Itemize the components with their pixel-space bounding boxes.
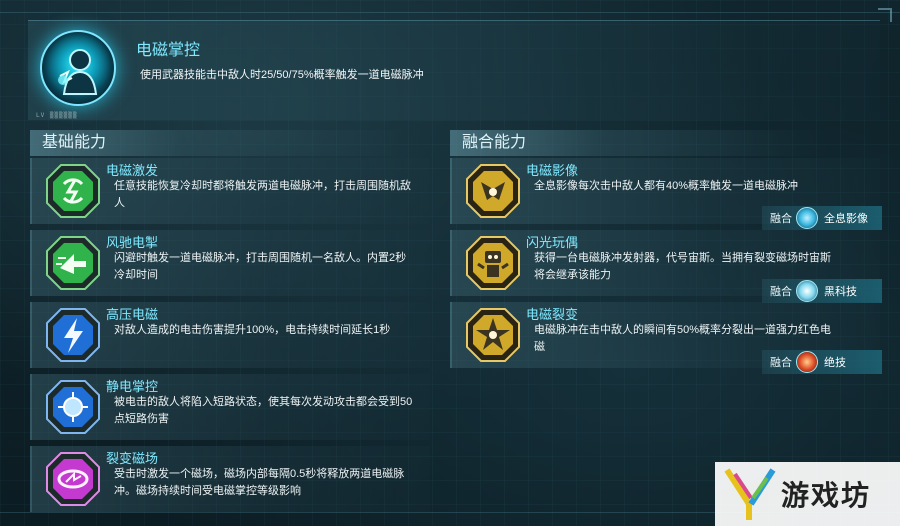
fusion-tag-name: 全息影像: [824, 213, 868, 225]
fusion-abilities-header: 融合能力: [450, 130, 830, 156]
skill-name: 裂变磁场: [106, 451, 159, 466]
fusion-tag[interactable]: 融合 全息影像: [762, 206, 882, 230]
fusion-tag-label: 融合: [770, 213, 792, 225]
basic-skill-row[interactable]: 风驰电掣 闪避时触发一道电磁脉冲，打击周围随机一名敌人。内置2秒冷却时间: [30, 230, 430, 296]
fusion-tag-name: 黑科技: [824, 286, 857, 298]
hero-badge[interactable]: [40, 30, 116, 106]
fission-star-icon: [466, 308, 520, 362]
skill-icon-frame: [44, 450, 102, 508]
skill-name: 高压电磁: [106, 307, 159, 322]
electric-orb-icon: [46, 380, 100, 434]
fusion-tag-label: 融合: [770, 357, 792, 369]
corner-mark: [878, 8, 892, 22]
watermark-logo-icon: [724, 468, 776, 520]
skill-description: 对敌人造成的电击伤害提升100%，电击持续时间延长1秒: [114, 324, 391, 336]
fusion-tag[interactable]: 融合 绝技: [762, 350, 882, 374]
electro-hero-icon: [58, 49, 98, 95]
skill-icon-frame: [464, 162, 522, 220]
fusion-tag-name: 绝技: [824, 357, 846, 369]
basic-abilities-header: 基础能力: [30, 130, 410, 156]
lightning-swirl-icon: [46, 164, 100, 218]
skill-description: 闪避时触发一道电磁脉冲，打击周围随机一名敌人。内置2秒冷却时间: [114, 252, 407, 281]
tech-ball-icon: [796, 280, 818, 302]
skill-name: 电磁激发: [106, 163, 159, 178]
skill-description: 任意技能恢复冷却时都将触发两道电磁脉冲，打击周围随机敌人: [114, 180, 411, 209]
skill-name: 闪光玩偶: [526, 235, 579, 250]
fire-ball-icon: [796, 351, 818, 373]
basic-skill-row[interactable]: 静电掌控 被电击的敌人将陷入短路状态，使其每次发动攻击都会受到50点短路伤害: [30, 374, 430, 440]
skill-description: 全息影像每次击中敌人都有40%概率触发一道电磁脉冲: [534, 180, 799, 192]
basic-skill-row[interactable]: 电磁激发 任意技能恢复冷却时都将触发两道电磁脉冲，打击周围随机敌人: [30, 158, 430, 224]
hologram-icon: [466, 164, 520, 218]
skill-name: 静电掌控: [106, 379, 159, 394]
hologram-ball-icon: [796, 207, 818, 229]
skill-name: 风驰电掣: [106, 235, 159, 250]
skill-description: 受击时激发一个磁场，磁场内部每隔0.5秒将释放两道电磁脉冲。磁场持续时间受电磁掌…: [114, 468, 405, 497]
frame-line-top: [0, 12, 900, 13]
basic-skill-row[interactable]: 高压电磁 对敌人造成的电击伤害提升100%，电击持续时间延长1秒: [30, 302, 430, 368]
skill-icon-frame: [44, 306, 102, 364]
hero-skill-description: 使用武器技能击中敌人时25/50/75%概率触发一道电磁脉冲: [140, 69, 424, 81]
fusion-tag-label: 融合: [770, 286, 792, 298]
robot-doll-icon: [466, 236, 520, 290]
dash-arrow-icon: [46, 236, 100, 290]
skill-icon-frame: [44, 162, 102, 220]
skill-icon-frame: [464, 234, 522, 292]
skill-name: 电磁影像: [526, 163, 579, 178]
basic-skill-row[interactable]: 裂变磁场 受击时激发一个磁场，磁场内部每隔0.5秒将释放两道电磁脉冲。磁场持续时…: [30, 446, 430, 512]
lightning-bolt-icon: [46, 308, 100, 362]
skill-icon-frame: [464, 306, 522, 364]
skill-icon-frame: [44, 234, 102, 292]
hero-caption: LV ▒▒▒▒▒▒: [36, 112, 78, 119]
fusion-tag[interactable]: 融合 黑科技: [762, 279, 882, 303]
hero-skill-title: 电磁掌控: [136, 42, 201, 59]
site-watermark: 游戏坊: [715, 462, 900, 526]
watermark-text: 游戏坊: [781, 479, 872, 512]
skill-description: 被电击的敌人将陷入短路状态，使其每次发动攻击都会受到50点短路伤害: [114, 396, 413, 425]
skill-name: 电磁裂变: [526, 307, 579, 322]
magnetic-field-icon: [46, 452, 100, 506]
skill-icon-frame: [44, 378, 102, 436]
